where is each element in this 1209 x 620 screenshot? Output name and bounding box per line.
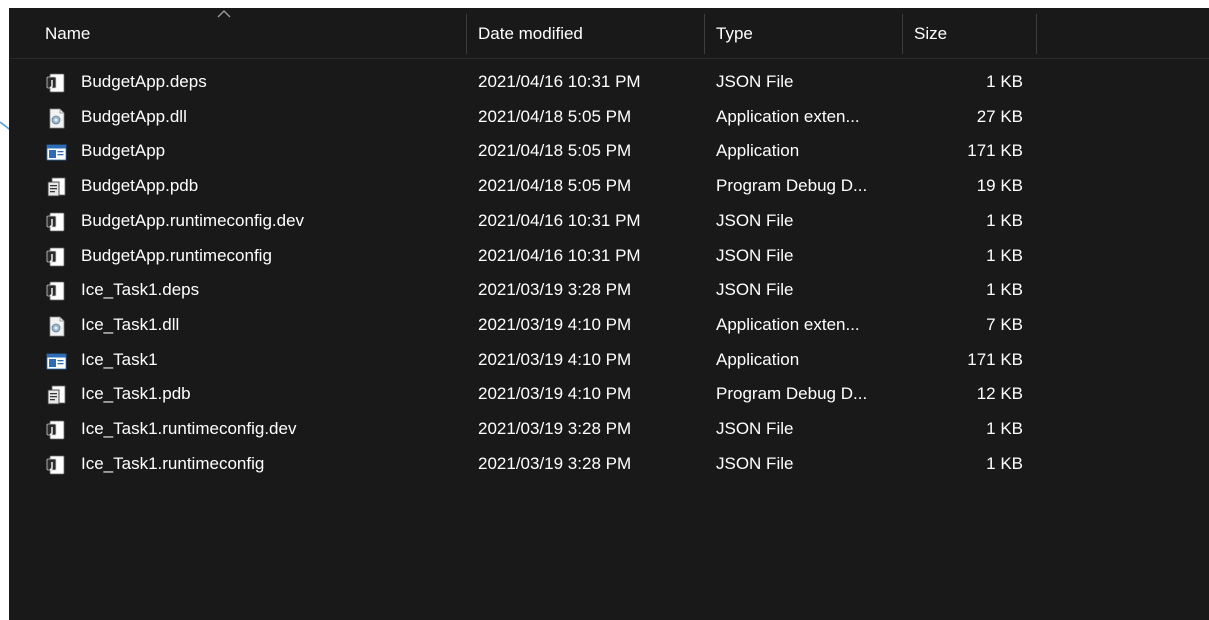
file-row[interactable]: Ice_Task1.deps 2021/03/19 3:28 PM JSON F… — [9, 273, 1209, 308]
file-type: Application — [716, 349, 800, 369]
file-name: BudgetApp.pdb — [81, 176, 199, 196]
file-date-modified: 2021/03/19 4:10 PM — [478, 349, 632, 369]
file-type: JSON File — [716, 280, 794, 300]
file-date-modified: 2021/03/19 3:28 PM — [478, 280, 632, 300]
file-type: Application exten... — [716, 314, 860, 334]
file-size: 171 KB — [967, 141, 1023, 161]
file-type: JSON File — [716, 453, 794, 473]
file-name: BudgetApp.runtimeconfig — [81, 245, 272, 265]
file-date-modified: 2021/04/18 5:05 PM — [478, 141, 632, 161]
file-name: BudgetApp.deps — [81, 72, 207, 91]
file-name: Ice_Task1 — [81, 349, 158, 369]
file-row[interactable]: Ice_Task1.runtimeconfig.dev 2021/03/19 3… — [9, 412, 1209, 447]
file-name: BudgetApp.dll — [81, 106, 187, 126]
file-size: 1 KB — [986, 210, 1023, 230]
file-type: Program Debug D... — [716, 384, 868, 404]
file-explorer-details-view: Name Date modified Type Size BudgetApp.d… — [9, 8, 1209, 620]
file-date-modified: 2021/03/19 4:10 PM — [478, 314, 632, 334]
column-divider[interactable] — [902, 14, 903, 54]
file-size: 1 KB — [986, 280, 1023, 300]
file-date-modified: 2021/04/18 5:05 PM — [478, 176, 632, 196]
file-type: Program Debug D... — [716, 176, 868, 196]
file-type: Application exten... — [716, 106, 860, 126]
file-name: Ice_Task1.runtimeconfig.dev — [81, 419, 297, 438]
column-divider[interactable] — [1036, 14, 1037, 54]
file-size: 1 KB — [986, 72, 1023, 91]
file-size: 1 KB — [986, 245, 1023, 265]
file-size: 1 KB — [986, 453, 1023, 473]
file-row[interactable]: Ice_Task1.dll 2021/03/19 4:10 PM Applica… — [9, 308, 1209, 343]
file-date-modified: 2021/03/19 3:28 PM — [478, 453, 632, 473]
file-row[interactable]: BudgetApp.runtimeconfig 2021/04/16 10:31… — [9, 239, 1209, 274]
file-type: JSON File — [716, 72, 794, 91]
column-header-row: Name Date modified Type Size — [9, 8, 1209, 59]
file-date-modified: 2021/03/19 3:28 PM — [478, 419, 632, 438]
column-divider[interactable] — [704, 14, 705, 54]
file-row[interactable]: BudgetApp.pdb 2021/04/18 5:05 PM Program… — [9, 169, 1209, 204]
file-size: 7 KB — [986, 314, 1023, 334]
file-name: Ice_Task1.deps — [81, 280, 200, 300]
file-name: Ice_Task1.runtimeconfig — [81, 453, 265, 473]
file-size: 19 KB — [976, 176, 1023, 196]
file-date-modified: 2021/03/19 4:10 PM — [478, 384, 632, 404]
file-name: Ice_Task1.dll — [81, 314, 180, 334]
file-type: JSON File — [716, 210, 794, 230]
file-row[interactable]: BudgetApp.deps 2021/04/16 10:31 PM JSON … — [9, 65, 1209, 100]
column-header-date-modified[interactable]: Date modified — [468, 8, 704, 58]
file-size: 1 KB — [986, 419, 1023, 438]
file-row[interactable]: Ice_Task1 2021/03/19 4:10 PM Application… — [9, 343, 1209, 378]
file-date-modified: 2021/04/16 10:31 PM — [478, 72, 641, 91]
file-row[interactable]: BudgetApp.runtimeconfig.dev 2021/04/16 1… — [9, 204, 1209, 239]
file-size: 27 KB — [976, 106, 1023, 126]
file-row[interactable]: Ice_Task1.pdb 2021/03/19 4:10 PM Program… — [9, 377, 1209, 412]
column-header-name[interactable]: Name — [35, 8, 465, 58]
file-name: BudgetApp — [81, 141, 166, 161]
column-header-size[interactable]: Size — [904, 8, 1036, 58]
column-divider[interactable] — [466, 14, 467, 54]
file-name: BudgetApp.runtimeconfig.dev — [81, 210, 305, 230]
file-type: JSON File — [716, 419, 794, 438]
file-date-modified: 2021/04/16 10:31 PM — [478, 245, 641, 265]
file-type: Application — [716, 141, 800, 161]
file-row[interactable]: Ice_Task1.runtimeconfig 2021/03/19 3:28 … — [9, 447, 1209, 482]
file-date-modified: 2021/04/16 10:31 PM — [478, 210, 641, 230]
file-row[interactable]: BudgetApp 2021/04/18 5:05 PM Application… — [9, 134, 1209, 169]
file-type: JSON File — [716, 245, 794, 265]
column-header-type[interactable]: Type — [706, 8, 902, 58]
file-date-modified: 2021/04/18 5:05 PM — [478, 106, 632, 126]
file-size: 171 KB — [967, 349, 1023, 369]
file-name: Ice_Task1.pdb — [81, 384, 191, 404]
file-row[interactable]: BudgetApp.dll 2021/04/18 5:05 PM Applica… — [9, 100, 1209, 135]
file-size: 12 KB — [976, 384, 1023, 404]
